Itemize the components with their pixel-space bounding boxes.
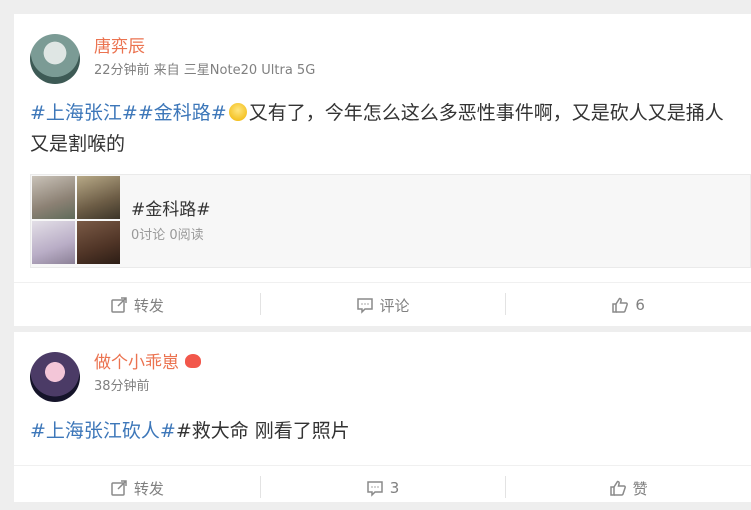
post-meta: 38分钟前 [94, 379, 150, 394]
like-button[interactable]: 赞 [505, 466, 751, 510]
comment-button[interactable]: 3 [259, 466, 506, 510]
repost-label: 转发 [133, 296, 164, 315]
post-meta: 22分钟前 来自 三星Note20 Ultra 5G [94, 63, 316, 78]
topic-thumbnail [32, 176, 120, 264]
username-text: 做个小乖崽 [94, 353, 179, 373]
avatar[interactable] [30, 34, 80, 84]
smile-emoji-icon [228, 103, 247, 121]
topic-card[interactable]: #金科路# 0讨论 0阅读 [30, 174, 751, 268]
like-button[interactable]: 6 [505, 283, 751, 327]
username[interactable]: 唐弈辰 [94, 37, 145, 57]
post-card: 唐弈辰 22分钟前 来自 三星Note20 Ultra 5G #上海张江##金科… [14, 14, 751, 326]
topic-card-title: #金科路# [131, 200, 211, 220]
comment-label: 评论 [379, 296, 410, 315]
post-text: #上海张江##金科路# 又有了，今年怎么这么多恶性事件啊，又是砍人又是捅人又是割喉… [30, 98, 733, 160]
action-bar: 转发 3 赞 [14, 465, 751, 510]
topic-link[interactable]: #金科路# [138, 102, 227, 124]
repost-label: 转发 [133, 479, 164, 498]
thumb-image [77, 176, 120, 219]
comment-icon [366, 481, 383, 497]
username[interactable]: 做个小乖崽 [94, 353, 201, 373]
topic-card-stats: 0讨论 0阅读 [131, 228, 204, 243]
share-icon [111, 297, 127, 313]
post-card: 做个小乖崽 38分钟前 #上海张江砍人##救大命 刚看了照片 转发 3 赞 [14, 332, 751, 502]
thumbs-up-icon [612, 297, 629, 313]
repost-button[interactable]: 转发 [14, 283, 260, 327]
like-count: 6 [635, 296, 645, 314]
like-label: 赞 [632, 479, 648, 498]
share-icon [111, 480, 127, 496]
topic-link[interactable]: #上海张江砍人# [30, 420, 176, 442]
post-body: #救大命 [175, 420, 249, 442]
thumb-image [32, 221, 75, 264]
comment-button[interactable]: 评论 [259, 283, 506, 327]
post-text: #上海张江砍人##救大命 刚看了照片 [30, 416, 733, 447]
comment-icon [356, 298, 373, 314]
action-bar: 转发 评论 6 [14, 282, 751, 327]
comment-count: 3 [389, 479, 400, 497]
topic-link[interactable]: #上海张江# [30, 102, 138, 124]
thumbs-up-icon [609, 480, 626, 496]
vip-badge-icon [185, 354, 201, 368]
avatar[interactable] [30, 352, 80, 402]
post-body: 刚看了照片 [248, 420, 350, 442]
thumb-image [32, 176, 75, 219]
repost-button[interactable]: 转发 [14, 466, 260, 510]
thumb-image [77, 221, 120, 264]
